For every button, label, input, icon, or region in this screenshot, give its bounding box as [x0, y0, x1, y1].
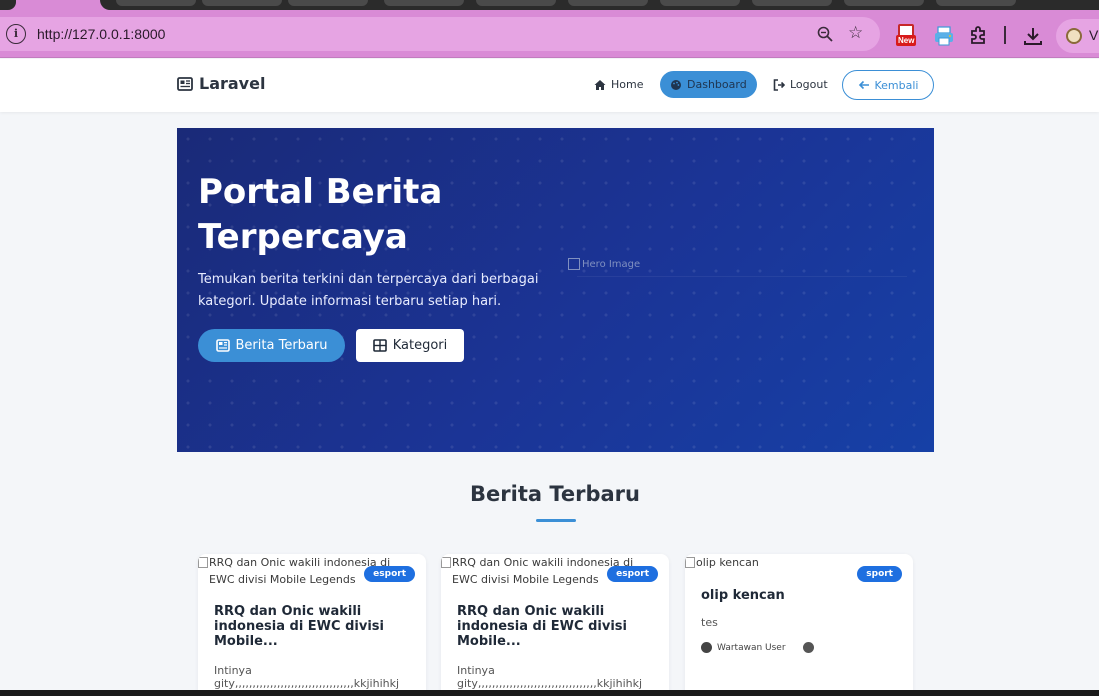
browser-tab[interactable]	[476, 0, 556, 6]
user-icon	[701, 642, 712, 653]
section-title: Berita Terbaru	[470, 482, 640, 506]
profile-button[interactable]: V	[1056, 19, 1099, 53]
section-underline	[536, 519, 576, 522]
new-badge: New	[896, 35, 917, 46]
grid-icon	[372, 339, 387, 352]
categories-label: Kategori	[392, 338, 448, 353]
back-button-label: Kembali	[874, 78, 919, 92]
extension-new-icon[interactable]: New	[894, 24, 918, 48]
toolbar-separator	[1004, 26, 1006, 44]
card-meta: Wartawan User	[701, 642, 814, 653]
card-excerpt: Intinya gity,,,,,,,,,,,,,,,,,,,,,,,,,,,,…	[457, 664, 643, 690]
address-bar[interactable]: i http://127.0.0.1:8000 ☆	[0, 17, 880, 51]
browser-tab-partial[interactable]	[0, 0, 16, 10]
card-title[interactable]: RRQ dan Onic wakili indonesia di EWC div…	[214, 604, 404, 649]
bookmark-star-icon[interactable]: ☆	[848, 24, 866, 42]
hero-title: Portal Berita Terpercaya	[198, 172, 443, 257]
taskbar-edge	[0, 690, 1099, 696]
latest-news-label: Berita Terbaru	[235, 338, 328, 353]
latest-news-button[interactable]: Berita Terbaru	[198, 329, 345, 362]
browser-tab[interactable]	[116, 0, 196, 6]
browser-tab[interactable]	[844, 0, 924, 6]
zoom-icon[interactable]	[816, 25, 834, 43]
browser-toolbar: i http://127.0.0.1:8000 ☆ New V	[0, 14, 1099, 58]
hero-subtitle: Temukan berita terkini dan terpercaya da…	[198, 272, 539, 309]
nav-dashboard-label: Dashboard	[687, 78, 747, 91]
browser-tab[interactable]	[752, 0, 832, 6]
extensions-puzzle-icon[interactable]	[967, 24, 991, 48]
avatar	[1066, 28, 1082, 44]
card-image-alt: olip kencan	[696, 556, 759, 569]
logout-icon	[773, 78, 785, 91]
broken-image-icon	[685, 557, 695, 568]
browser-tabstrip	[0, 0, 1099, 14]
card-excerpt: Intinya gity,,,,,,,,,,,,,,,,,,,,,,,,,,,,…	[214, 664, 400, 690]
broken-image-icon	[568, 258, 580, 270]
browser-tab[interactable]	[568, 0, 648, 6]
site-navbar: Laravel Home Dashboard Logout Kembali	[0, 59, 1099, 112]
news-card[interactable]: RRQ dan Onic wakili indonesia di EWC div…	[198, 554, 426, 696]
nav-home-label: Home	[611, 78, 644, 91]
newspaper-icon	[215, 339, 230, 352]
category-badge[interactable]: sport	[857, 566, 902, 582]
news-card[interactable]: RRQ dan Onic wakili indonesia di EWC div…	[441, 554, 669, 696]
brand-logo[interactable]: Laravel	[177, 74, 265, 93]
browser-tab[interactable]	[384, 0, 464, 6]
news-card[interactable]: olip kencan sport olip kencan tes Wartaw…	[685, 554, 913, 696]
nav-logout-label: Logout	[790, 78, 828, 91]
url-text[interactable]: http://127.0.0.1:8000	[37, 26, 165, 42]
browser-tab[interactable]	[288, 0, 368, 6]
card-excerpt: tes	[701, 616, 718, 629]
nav-logout-link[interactable]: Logout	[773, 71, 828, 98]
nav-dashboard-link[interactable]: Dashboard	[660, 71, 757, 98]
newspaper-icon	[177, 76, 193, 91]
hero-image-alt: Hero Image	[582, 258, 641, 270]
hero-divider	[577, 276, 907, 277]
home-icon	[594, 79, 606, 90]
category-badge[interactable]: esport	[364, 566, 415, 582]
categories-button[interactable]: Kategori	[356, 329, 464, 362]
broken-image-icon	[198, 557, 208, 568]
back-button[interactable]: Kembali	[842, 70, 934, 100]
card-author: Wartawan User	[717, 642, 786, 653]
profile-label: V	[1089, 27, 1099, 43]
palette-icon	[671, 79, 681, 90]
site-info-icon[interactable]: i	[6, 24, 26, 44]
browser-tab[interactable]	[936, 0, 1016, 6]
brand-name: Laravel	[199, 74, 266, 93]
clock-icon	[802, 642, 814, 653]
card-title[interactable]: RRQ dan Onic wakili indonesia di EWC div…	[457, 604, 647, 649]
printer-extension-icon[interactable]	[932, 24, 956, 48]
broken-image-icon	[441, 557, 451, 568]
nav-home-link[interactable]: Home	[594, 71, 643, 98]
browser-tab[interactable]	[660, 0, 740, 6]
arrow-left-icon	[858, 80, 869, 90]
card-title[interactable]: olip kencan	[701, 588, 891, 603]
hero-image: Hero Image	[568, 258, 640, 270]
category-badge[interactable]: esport	[607, 566, 658, 582]
browser-tab[interactable]	[202, 0, 282, 6]
hero-banner: Portal Berita Terpercaya Temukan berita …	[177, 128, 934, 452]
browser-tabs	[100, 0, 1099, 10]
download-icon[interactable]	[1021, 24, 1045, 48]
